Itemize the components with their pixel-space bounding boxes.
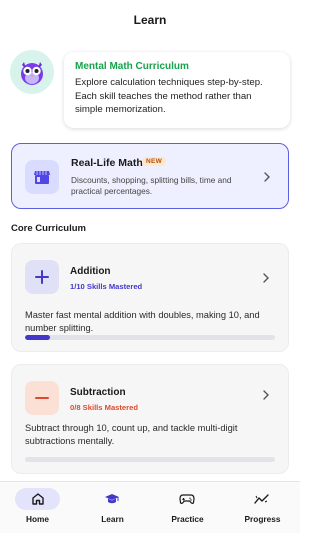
trend-chart-icon <box>252 490 272 508</box>
nav-item-practice[interactable]: Practice <box>150 482 225 533</box>
chevron-right-icon <box>263 273 269 283</box>
intro-title: Mental Math Curriculum <box>75 61 189 72</box>
bottom-navigation: Home Learn Practice Progress <box>0 481 300 533</box>
course-progress-fill <box>25 335 50 340</box>
home-icon <box>15 488 60 510</box>
intro-bubble: Mental Math Curriculum Explore calculati… <box>64 52 290 128</box>
course-description: Subtract through 10, count up, and tackl… <box>25 423 238 447</box>
course-progress-bar <box>25 457 275 462</box>
course-progress-label: 1/10 Skills Mastered <box>70 282 143 291</box>
intro-description: Explore calculation techniques step-by-s… <box>75 77 263 116</box>
owl-mascot-icon <box>10 50 54 94</box>
nav-item-progress[interactable]: Progress <box>225 482 300 533</box>
chevron-right-icon <box>263 390 269 400</box>
nav-label: Home <box>25 514 50 524</box>
graduation-cap-icon <box>102 490 122 508</box>
real-life-title: Real-Life Math <box>71 157 143 169</box>
course-title: Subtraction <box>70 387 126 398</box>
course-card-subtraction[interactable]: Subtraction 0/8 Skills Mastered Subtract… <box>11 364 289 474</box>
minus-icon <box>25 381 59 415</box>
chevron-right-icon <box>264 172 270 182</box>
plus-icon <box>25 260 59 294</box>
course-description: Master fast mental addition with doubles… <box>25 310 260 334</box>
app-header: Learn <box>0 0 300 38</box>
section-title: Core Curriculum <box>11 223 86 234</box>
nav-label: Practice <box>171 514 204 524</box>
course-progress-bar <box>25 335 275 340</box>
real-life-math-card[interactable]: Real-Life Math NEW Discounts, shopping, … <box>11 143 289 209</box>
intro-section: Mental Math Curriculum Explore calculati… <box>10 50 290 130</box>
nav-label: Learn <box>101 514 124 524</box>
main-content[interactable]: Mental Math Curriculum Explore calculati… <box>0 38 300 481</box>
course-title: Addition <box>70 266 111 277</box>
storefront-icon <box>25 160 59 194</box>
gamepad-icon <box>177 490 197 508</box>
nav-label: Progress <box>244 514 281 524</box>
nav-item-home[interactable]: Home <box>0 482 75 533</box>
real-life-description: Discounts, shopping, splitting bills, ti… <box>71 175 232 196</box>
course-progress-label: 0/8 Skills Mastered <box>70 403 138 412</box>
nav-item-learn[interactable]: Learn <box>75 482 150 533</box>
page-title: Learn <box>133 13 167 27</box>
new-badge: NEW <box>142 157 167 166</box>
course-card-addition[interactable]: Addition 1/10 Skills Mastered Master fas… <box>11 243 289 352</box>
